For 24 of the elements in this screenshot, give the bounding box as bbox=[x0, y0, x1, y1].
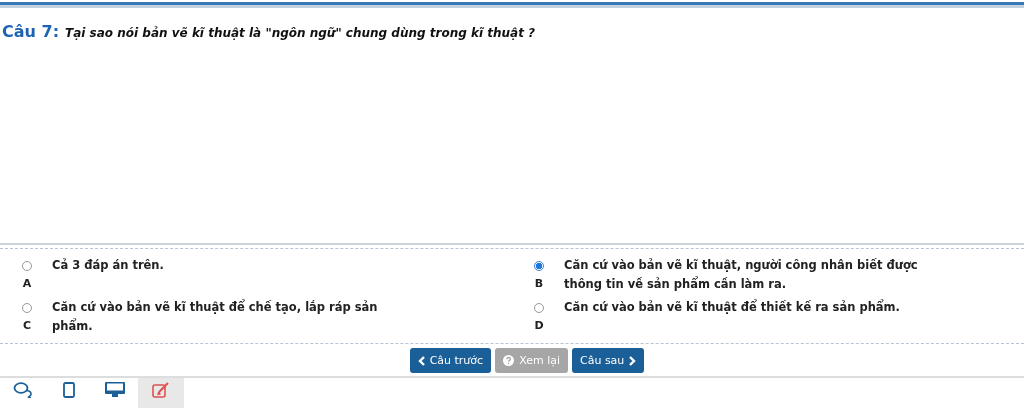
edit-icon bbox=[152, 382, 170, 398]
radio-button[interactable] bbox=[22, 261, 32, 271]
option-text[interactable]: Căn cứ vào bản vẽ kĩ thuật để thiết kế ra sản phẩm. bbox=[564, 298, 900, 337]
option-letter: B bbox=[534, 277, 544, 290]
nav-button[interactable]: Câu sau bbox=[572, 348, 645, 373]
option-letter: D bbox=[534, 319, 544, 332]
option-text[interactable]: Cả 3 đáp án trên. bbox=[52, 256, 164, 295]
question-circle-icon bbox=[503, 355, 515, 366]
monitor-icon bbox=[105, 382, 125, 398]
question-text: Tại sao nói bản vẽ kĩ thuật là "ngôn ngữ" chung dùng trong kĩ thuật ? bbox=[65, 26, 536, 40]
chevron-right-icon bbox=[629, 355, 637, 366]
radio-button[interactable] bbox=[22, 303, 32, 313]
chat-icon bbox=[13, 382, 33, 398]
bottom-tab[interactable] bbox=[138, 378, 184, 408]
nav-button[interactable]: Câu trước bbox=[409, 348, 492, 373]
radio-button[interactable] bbox=[534, 261, 544, 271]
option-text[interactable]: Căn cứ vào bản vẽ kĩ thuật để chế tạo, lắp ráp sản phẩm. bbox=[52, 298, 422, 337]
question-number: Câu 7: bbox=[2, 22, 60, 41]
tablet-icon bbox=[63, 382, 75, 398]
option-text[interactable]: Căn cứ vào bản vẽ kĩ thuật, người công nhân biết được thông tin về sản phẩm cần làm ra. bbox=[564, 256, 934, 295]
radio-button[interactable] bbox=[534, 303, 544, 313]
option-letter: A bbox=[22, 277, 32, 290]
chevron-left-icon bbox=[417, 355, 425, 366]
option-letter: C bbox=[22, 319, 32, 332]
